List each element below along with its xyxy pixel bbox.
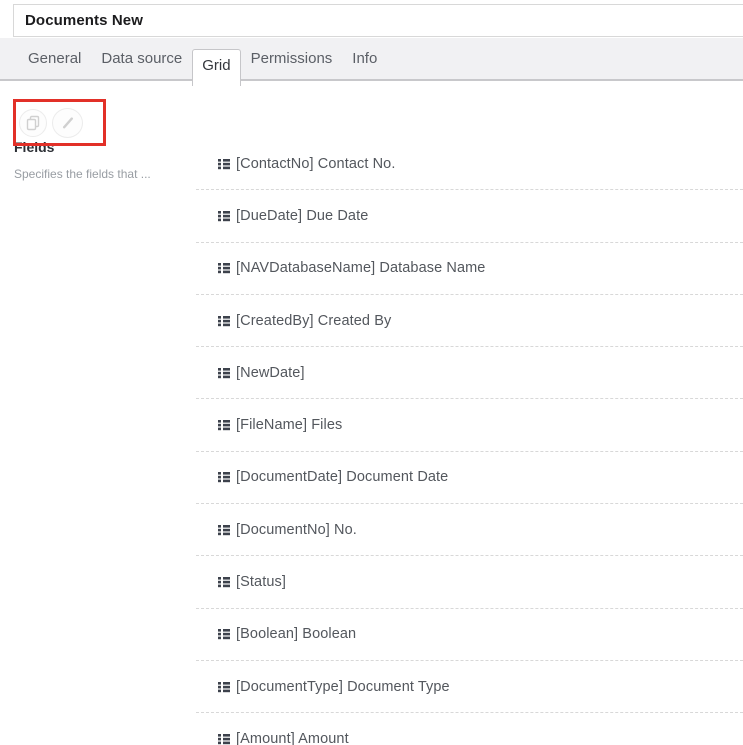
field-row[interactable]: [CreatedBy] Created By [196,295,743,347]
drag-handle-icon[interactable] [218,315,230,327]
pencil-icon [60,115,76,131]
drag-handle-icon[interactable] [218,628,230,640]
drag-handle-icon[interactable] [218,210,230,222]
field-label: [DocumentType] Document Type [236,679,450,695]
field-row[interactable]: [Amount] Amount [196,713,743,745]
field-row[interactable]: [ContactNo] Contact No. [196,138,743,190]
field-row[interactable]: [NAVDatabaseName] Database Name [196,243,743,295]
drag-handle-icon[interactable] [218,367,230,379]
tab-grid[interactable]: Grid [192,49,240,86]
field-row[interactable]: [Status] [196,556,743,608]
copy-icon [25,115,41,131]
field-label: [NewDate] [236,365,305,381]
drag-handle-icon[interactable] [218,733,230,745]
field-row[interactable]: [DocumentType] Document Type [196,661,743,713]
tab-data-source[interactable]: Data source [91,38,192,79]
field-row[interactable]: [Boolean] Boolean [196,609,743,661]
field-label: [Status] [236,574,286,590]
fields-section-title: Fields [14,139,54,155]
drag-handle-icon[interactable] [218,262,230,274]
drag-handle-icon[interactable] [218,158,230,170]
window-title-bar: Documents New [13,4,743,37]
field-label: [NAVDatabaseName] Database Name [236,260,485,276]
field-row[interactable]: [DocumentNo] No. [196,504,743,556]
fields-section-description: Specifies the fields that ... [14,167,151,181]
field-label: [DocumentNo] No. [236,522,357,538]
field-label: [DueDate] Due Date [236,208,368,224]
field-row[interactable]: [FileName] Files [196,399,743,451]
field-label: [ContactNo] Contact No. [236,156,395,172]
copy-button[interactable] [19,109,47,137]
field-row[interactable]: [NewDate] [196,347,743,399]
field-label: [DocumentDate] Document Date [236,469,448,485]
field-label: [CreatedBy] Created By [236,313,391,329]
field-label: [Boolean] Boolean [236,626,356,642]
field-row[interactable]: [DueDate] Due Date [196,190,743,242]
drag-handle-icon[interactable] [218,524,230,536]
fields-list: [ContactNo] Contact No. [DueDate] Due Da… [196,138,743,745]
tab-bar: General Data source Grid Permissions Inf… [0,38,743,81]
field-label: [FileName] Files [236,417,342,433]
tab-info[interactable]: Info [342,38,387,79]
tab-general[interactable]: General [18,38,91,79]
edit-button[interactable] [52,108,83,138]
drag-handle-icon[interactable] [218,681,230,693]
drag-handle-icon[interactable] [218,471,230,483]
page-title: Documents New [25,12,143,29]
tab-permissions[interactable]: Permissions [241,38,343,79]
page: Documents New General Data source Grid P… [0,0,743,745]
field-row[interactable]: [DocumentDate] Document Date [196,452,743,504]
drag-handle-icon[interactable] [218,576,230,588]
field-label: [Amount] Amount [236,731,349,745]
drag-handle-icon[interactable] [218,419,230,431]
